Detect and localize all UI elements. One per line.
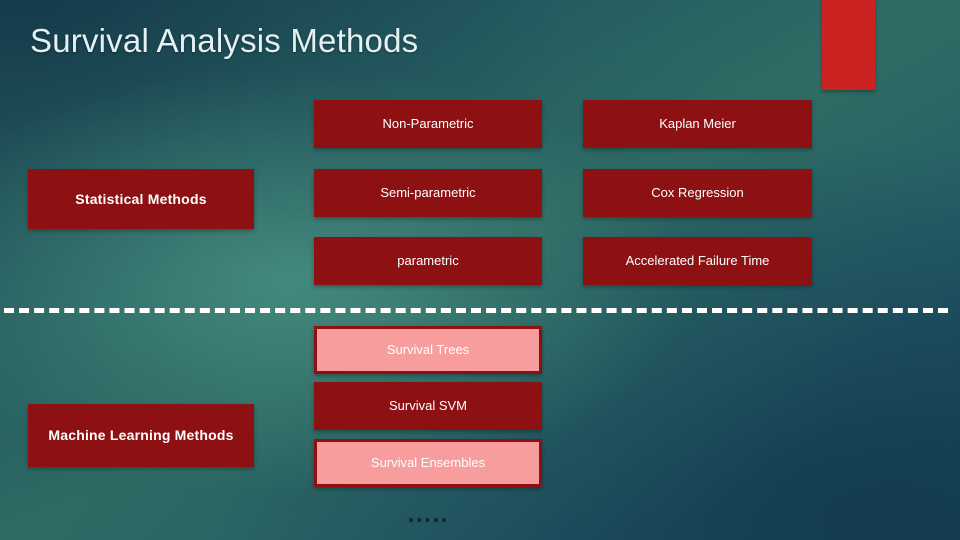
category-box-machine-learning-methods[interactable]: Machine Learning Methods — [28, 404, 254, 467]
example-box-accelerated-failure-time[interactable]: Accelerated Failure Time — [583, 237, 812, 285]
method-box-parametric[interactable]: parametric — [314, 237, 542, 285]
slide-canvas: Survival Analysis Methods Statistical Me… — [0, 0, 960, 540]
method-box-survival-trees[interactable]: Survival Trees — [314, 326, 542, 374]
method-box-survival-svm[interactable]: Survival SVM — [314, 382, 542, 430]
example-box-kaplan-meier[interactable]: Kaplan Meier — [583, 100, 812, 148]
page-title: Survival Analysis Methods — [30, 22, 419, 59]
method-box-non-parametric[interactable]: Non-Parametric — [314, 100, 542, 148]
red-accent-rectangle — [822, 0, 875, 90]
example-box-cox-regression[interactable]: Cox Regression — [583, 169, 812, 217]
dashed-divider — [4, 308, 948, 313]
category-box-statistical-methods[interactable]: Statistical Methods — [28, 169, 254, 229]
method-box-semi-parametric[interactable]: Semi-parametric — [314, 169, 542, 217]
method-box-survival-ensembles[interactable]: Survival Ensembles — [314, 439, 542, 487]
ellipsis-continuation: ..... — [407, 498, 449, 528]
